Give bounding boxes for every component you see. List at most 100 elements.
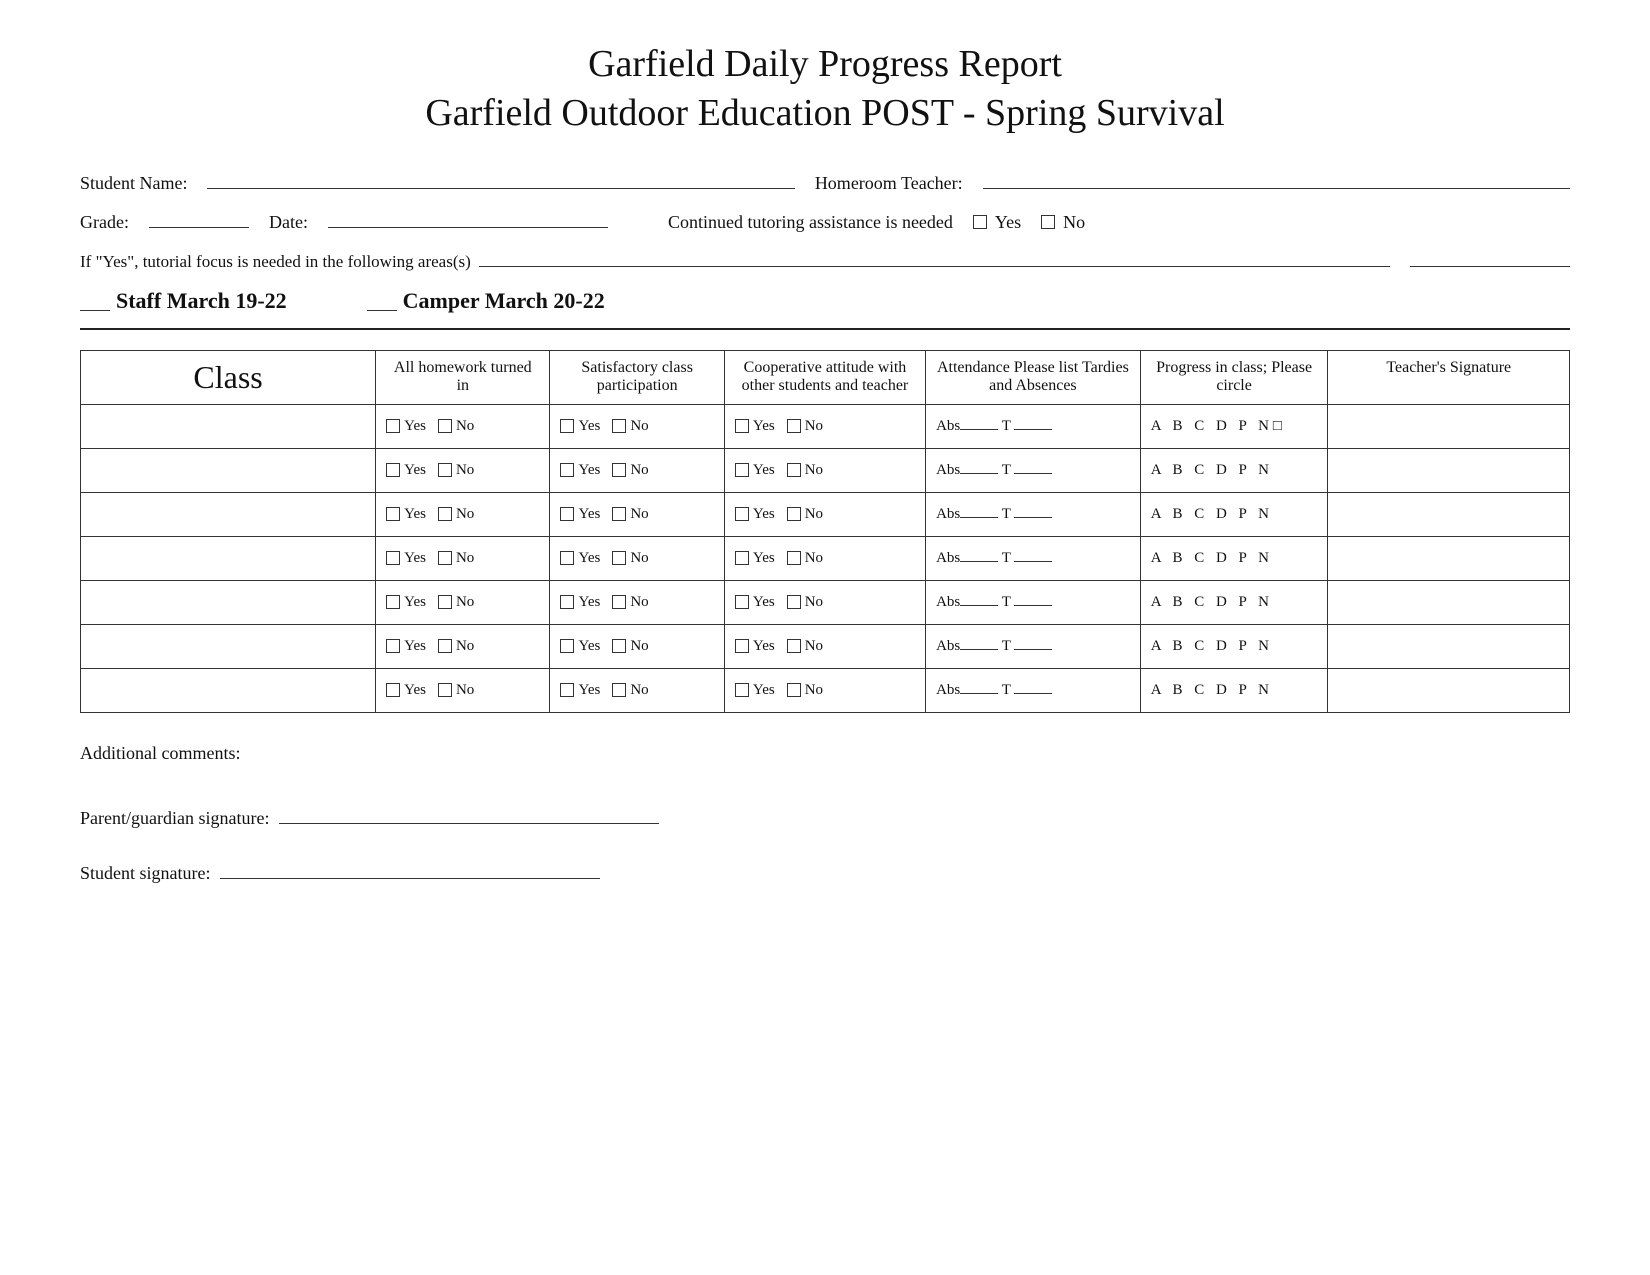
- col-attendance-header: Attendance Please list Tardies and Absen…: [926, 350, 1141, 404]
- no-checkbox[interactable]: [612, 507, 626, 521]
- form-section: Student Name: Homeroom Teacher: Grade: D…: [80, 169, 1570, 314]
- abs-field[interactable]: [960, 429, 998, 430]
- no-checkbox[interactable]: [438, 595, 452, 609]
- grades-value: A B C D P N□: [1151, 418, 1286, 434]
- no-checkbox[interactable]: [787, 507, 801, 521]
- grades-value: A B C D P N: [1151, 506, 1273, 522]
- yes-checkbox[interactable]: [735, 463, 749, 477]
- no-checkbox[interactable]: [438, 419, 452, 433]
- no-checkbox[interactable]: [787, 551, 801, 565]
- abs-field[interactable]: [960, 517, 998, 518]
- t-field[interactable]: [1014, 693, 1052, 694]
- yes-checkbox[interactable]: [386, 419, 400, 433]
- teacher-signature-cell[interactable]: [1328, 492, 1570, 536]
- yes-checkbox[interactable]: [560, 639, 574, 653]
- homework-cell: Yes No: [376, 404, 550, 448]
- teacher-signature-cell[interactable]: [1328, 404, 1570, 448]
- tutorial-focus-field[interactable]: [479, 247, 1390, 267]
- col-satisfactory-header: Satisfactory class participation: [550, 350, 724, 404]
- no-checkbox[interactable]: [787, 463, 801, 477]
- class-name-cell[interactable]: [81, 668, 376, 712]
- progress-cell: A B C D P N: [1140, 536, 1328, 580]
- class-name-cell[interactable]: [81, 580, 376, 624]
- no-checkbox[interactable]: [612, 639, 626, 653]
- class-name-cell[interactable]: [81, 448, 376, 492]
- attendance-cell: Abs T: [926, 404, 1141, 448]
- yes-checkbox[interactable]: [735, 595, 749, 609]
- yes-checkbox[interactable]: [386, 551, 400, 565]
- parent-signature-field[interactable]: [279, 804, 659, 824]
- abs-field[interactable]: [960, 473, 998, 474]
- no-checkbox[interactable]: [787, 683, 801, 697]
- camper-item: Camper March 20-22: [367, 288, 605, 314]
- yes-checkbox[interactable]: [735, 683, 749, 697]
- no-checkbox[interactable]: [438, 507, 452, 521]
- no-checkbox[interactable]: [1041, 215, 1055, 229]
- no-checkbox-group[interactable]: No: [1041, 212, 1085, 233]
- date-field[interactable]: [328, 208, 608, 228]
- yes-checkbox[interactable]: [735, 419, 749, 433]
- grade-label: Grade:: [80, 212, 129, 233]
- class-name-cell[interactable]: [81, 624, 376, 668]
- no-checkbox[interactable]: [612, 463, 626, 477]
- progress-cell: A B C D P N: [1140, 492, 1328, 536]
- yes-checkbox[interactable]: [560, 551, 574, 565]
- yes-checkbox[interactable]: [735, 507, 749, 521]
- t-field[interactable]: [1014, 429, 1052, 430]
- yes-checkbox[interactable]: [735, 639, 749, 653]
- teacher-signature-cell[interactable]: [1328, 536, 1570, 580]
- class-name-cell[interactable]: [81, 404, 376, 448]
- no-checkbox[interactable]: [438, 683, 452, 697]
- tutorial-focus-label: If "Yes", tutorial focus is needed in th…: [80, 252, 471, 272]
- yes-checkbox[interactable]: [735, 551, 749, 565]
- yes-checkbox[interactable]: [560, 463, 574, 477]
- yes-checkbox[interactable]: [386, 639, 400, 653]
- student-name-field[interactable]: [207, 169, 794, 189]
- attendance-cell: Abs T: [926, 536, 1141, 580]
- student-signature-field[interactable]: [220, 859, 600, 879]
- yes-checkbox[interactable]: [386, 507, 400, 521]
- class-name-cell[interactable]: [81, 492, 376, 536]
- additional-comments-label: Additional comments:: [80, 743, 240, 763]
- yes-checkbox-group[interactable]: Yes: [973, 212, 1021, 233]
- no-checkbox[interactable]: [438, 551, 452, 565]
- yes-checkbox[interactable]: [386, 463, 400, 477]
- satisfactory-cell: Yes No: [550, 448, 724, 492]
- yes-checkbox[interactable]: [560, 507, 574, 521]
- teacher-signature-cell[interactable]: [1328, 580, 1570, 624]
- yes-checkbox[interactable]: [560, 595, 574, 609]
- no-checkbox[interactable]: [612, 419, 626, 433]
- teacher-signature-cell[interactable]: [1328, 668, 1570, 712]
- no-checkbox[interactable]: [612, 683, 626, 697]
- yes-checkbox[interactable]: [386, 595, 400, 609]
- t-field[interactable]: [1014, 605, 1052, 606]
- grades-value: A B C D P N: [1151, 682, 1273, 698]
- abs-field[interactable]: [960, 605, 998, 606]
- no-checkbox[interactable]: [438, 463, 452, 477]
- class-name-cell[interactable]: [81, 536, 376, 580]
- no-checkbox[interactable]: [612, 595, 626, 609]
- yes-checkbox[interactable]: [560, 683, 574, 697]
- t-field[interactable]: [1014, 473, 1052, 474]
- homeroom-teacher-field[interactable]: [983, 169, 1570, 189]
- t-field[interactable]: [1014, 561, 1052, 562]
- teacher-signature-cell[interactable]: [1328, 624, 1570, 668]
- grade-field[interactable]: [149, 208, 249, 228]
- abs-field[interactable]: [960, 693, 998, 694]
- yes-checkbox[interactable]: [973, 215, 987, 229]
- t-field[interactable]: [1014, 649, 1052, 650]
- camper-label: Camper March 20-22: [403, 288, 605, 314]
- abs-field[interactable]: [960, 649, 998, 650]
- no-checkbox[interactable]: [787, 419, 801, 433]
- teacher-signature-cell[interactable]: [1328, 448, 1570, 492]
- t-field[interactable]: [1014, 517, 1052, 518]
- yes-checkbox[interactable]: [386, 683, 400, 697]
- tutorial-extra-field[interactable]: [1410, 247, 1570, 267]
- satisfactory-cell: Yes No: [550, 668, 724, 712]
- yes-checkbox[interactable]: [560, 419, 574, 433]
- no-checkbox[interactable]: [438, 639, 452, 653]
- no-checkbox[interactable]: [787, 639, 801, 653]
- no-checkbox[interactable]: [787, 595, 801, 609]
- abs-field[interactable]: [960, 561, 998, 562]
- no-checkbox[interactable]: [612, 551, 626, 565]
